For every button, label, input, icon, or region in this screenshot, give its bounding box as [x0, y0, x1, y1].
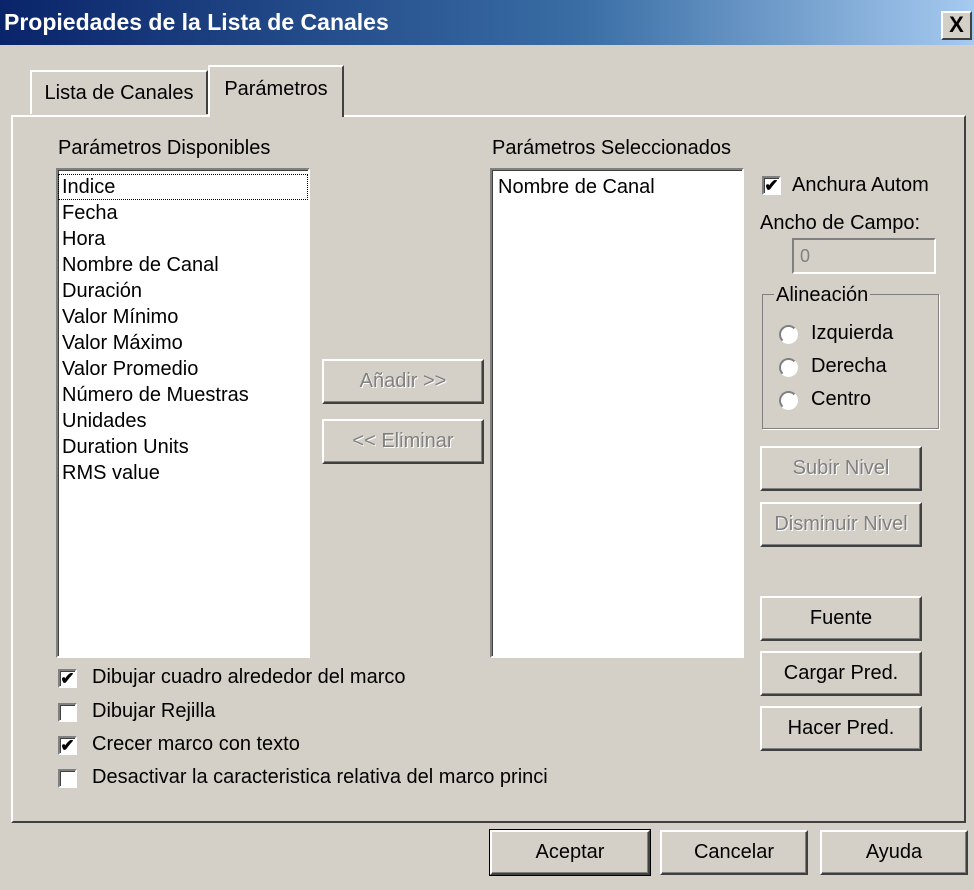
font-button[interactable]: Fuente	[760, 596, 922, 641]
alignment-legend: Alineación	[774, 284, 871, 307]
move-up-button[interactable]: Subir Nivel	[760, 446, 922, 491]
add-button[interactable]: Añadir >>	[322, 359, 484, 404]
align-center-radio[interactable]	[779, 391, 798, 410]
load-default-button[interactable]: Cargar Pred.	[760, 651, 922, 696]
draw-frame-checkbox[interactable]: ✔	[58, 669, 77, 688]
selected-params-label: Parámetros Seleccionados	[492, 137, 732, 159]
close-button[interactable]: X	[941, 11, 972, 40]
disable-relative-checkbox[interactable]	[58, 769, 77, 788]
align-center-label: Centro	[811, 388, 872, 410]
tab-parametros[interactable]: Parámetros	[208, 65, 344, 117]
list-item[interactable]: RMS value	[58, 460, 308, 486]
accept-button[interactable]: Aceptar	[490, 830, 650, 875]
list-item[interactable]: Número de Muestras	[58, 382, 308, 408]
draw-grid-label: Dibujar Rejilla	[92, 700, 216, 722]
window-title: Propiedades de la Lista de Canales	[4, 9, 389, 35]
field-width-label: Ancho de Campo:	[760, 212, 921, 234]
help-button[interactable]: Ayuda	[820, 830, 968, 875]
remove-button[interactable]: << Eliminar	[322, 419, 484, 464]
list-item[interactable]: Valor Mínimo	[58, 304, 308, 330]
align-left-label: Izquierda	[811, 322, 894, 344]
list-item[interactable]: Duration Units	[58, 434, 308, 460]
list-item[interactable]: Nombre de Canal	[58, 252, 308, 278]
disable-relative-label: Desactivar la caracteristica relativa de…	[92, 766, 548, 788]
grow-frame-label: Crecer marco con texto	[92, 733, 300, 755]
cancel-button[interactable]: Cancelar	[660, 830, 808, 875]
list-item[interactable]: Valor Máximo	[58, 330, 308, 356]
draw-frame-label: Dibujar cuadro alrededor del marco	[92, 666, 406, 688]
available-params-label: Parámetros Disponibles	[58, 137, 271, 159]
align-left-radio[interactable]	[779, 325, 798, 344]
selected-params-list[interactable]: Nombre de Canal	[490, 168, 744, 658]
auto-width-label: Anchura Autom	[792, 174, 929, 196]
align-right-label: Derecha	[811, 355, 887, 377]
list-item[interactable]: Valor Promedio	[58, 356, 308, 382]
tab-lista-de-canales[interactable]: Lista de Canales	[30, 70, 208, 114]
move-down-button[interactable]: Disminuir Nivel	[760, 502, 922, 547]
field-width-input[interactable]: 0	[792, 238, 936, 274]
list-item[interactable]: Duración	[58, 278, 308, 304]
align-right-radio[interactable]	[779, 358, 798, 377]
auto-width-checkbox[interactable]: ✔	[762, 176, 781, 195]
list-item[interactable]: Indice	[58, 174, 308, 200]
draw-grid-checkbox[interactable]	[58, 703, 77, 722]
available-params-list[interactable]: Indice Fecha Hora Nombre de Canal Duraci…	[56, 168, 310, 658]
make-default-button[interactable]: Hacer Pred.	[760, 706, 922, 751]
list-item[interactable]: Unidades	[58, 408, 308, 434]
grow-frame-checkbox[interactable]: ✔	[58, 736, 77, 755]
list-item[interactable]: Hora	[58, 226, 308, 252]
list-item[interactable]: Fecha	[58, 200, 308, 226]
list-item[interactable]: Nombre de Canal	[492, 174, 742, 200]
